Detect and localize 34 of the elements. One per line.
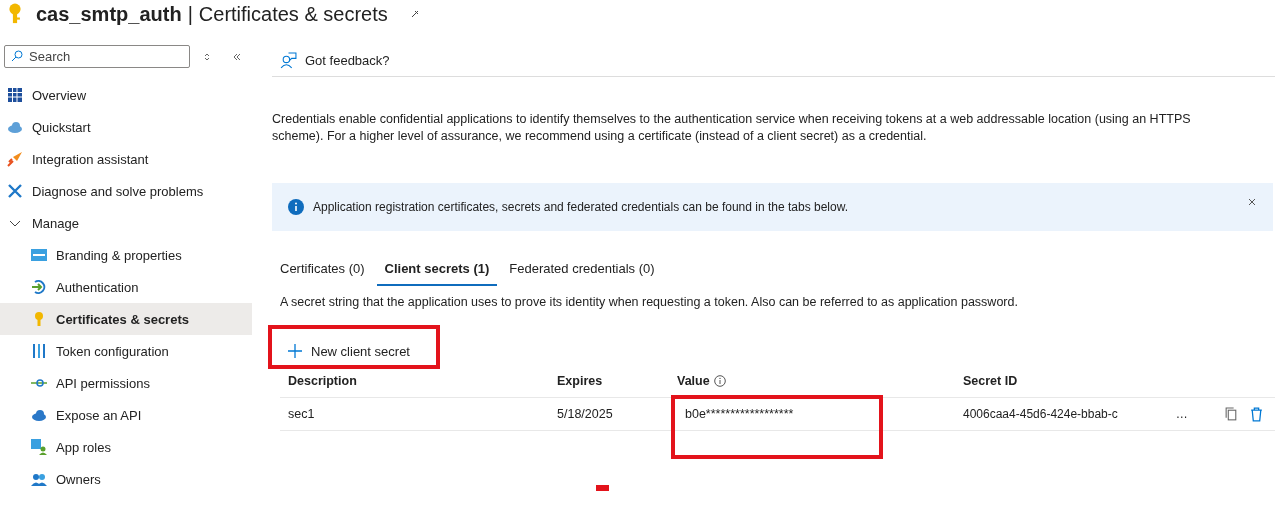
new-client-secret-button[interactable]: New client secret: [272, 343, 410, 359]
sidebar-item[interactable]: Diagnose and solve problems: [0, 175, 252, 207]
sidebar-item[interactable]: Expose an API: [0, 399, 252, 431]
column-header: Description: [287, 374, 358, 388]
table-cell-text: 5/18/2025: [557, 407, 614, 421]
column-header: Value: [677, 374, 963, 388]
table-cell: 4006caa4-45d6-424e-bbab-c: [963, 407, 1118, 421]
sidebar-item[interactable]: Overview: [0, 79, 252, 111]
feedback-button[interactable]: Got feedback?: [272, 52, 390, 69]
column-header: Secret ID: [963, 374, 1019, 388]
description-text: Credentials enable confidential applications to identify themselves to the authentication service when receiving tokens at a web addressable location (using an HTTPS scheme). For a higher level of assurance, we recommend using a certificate (instead of a client secret) as a credential.: [272, 111, 1192, 145]
page-title: Certificates & secrets: [198, 2, 388, 26]
table-cell: b0e******************: [685, 407, 794, 421]
sidebar-item[interactable]: Manage: [0, 207, 252, 239]
sidebar-item[interactable]: API permissions: [0, 367, 252, 399]
sidebar-item[interactable]: App roles: [0, 431, 252, 463]
tab[interactable]: Client secrets (1): [376, 255, 498, 286]
sidebar-item[interactable]: Integration assistant: [0, 143, 252, 175]
sidebar-item[interactable]: Owners: [0, 463, 252, 495]
title-separator: |: [187, 2, 193, 26]
table-cell-text: sec1: [287, 407, 316, 421]
sidebar-item[interactable]: Token configuration: [0, 335, 252, 367]
column-header: Expires: [557, 374, 604, 388]
tab[interactable]: Certificates (0): [272, 255, 373, 286]
sidebar-item[interactable]: Authentication: [0, 271, 252, 303]
table-cell: …: [1175, 407, 1188, 421]
sidebar-item[interactable]: Branding & properties: [0, 239, 252, 271]
banner-text: Application registration certificates, secrets and federated credentials can be found in the tabs below.: [313, 200, 848, 214]
tab[interactable]: Federated credentials (0): [501, 255, 663, 286]
sidebar-item[interactable]: Certificates & secrets: [0, 303, 252, 335]
search-field[interactable]: Search: [4, 45, 190, 68]
tab-description: A secret string that the application uses to prove its identity when requesting a token. Also can be referred to as application password.: [280, 295, 1019, 309]
app-name: cas_smtp_auth: [36, 2, 182, 26]
sidebar-item[interactable]: Quickstart: [0, 111, 252, 143]
